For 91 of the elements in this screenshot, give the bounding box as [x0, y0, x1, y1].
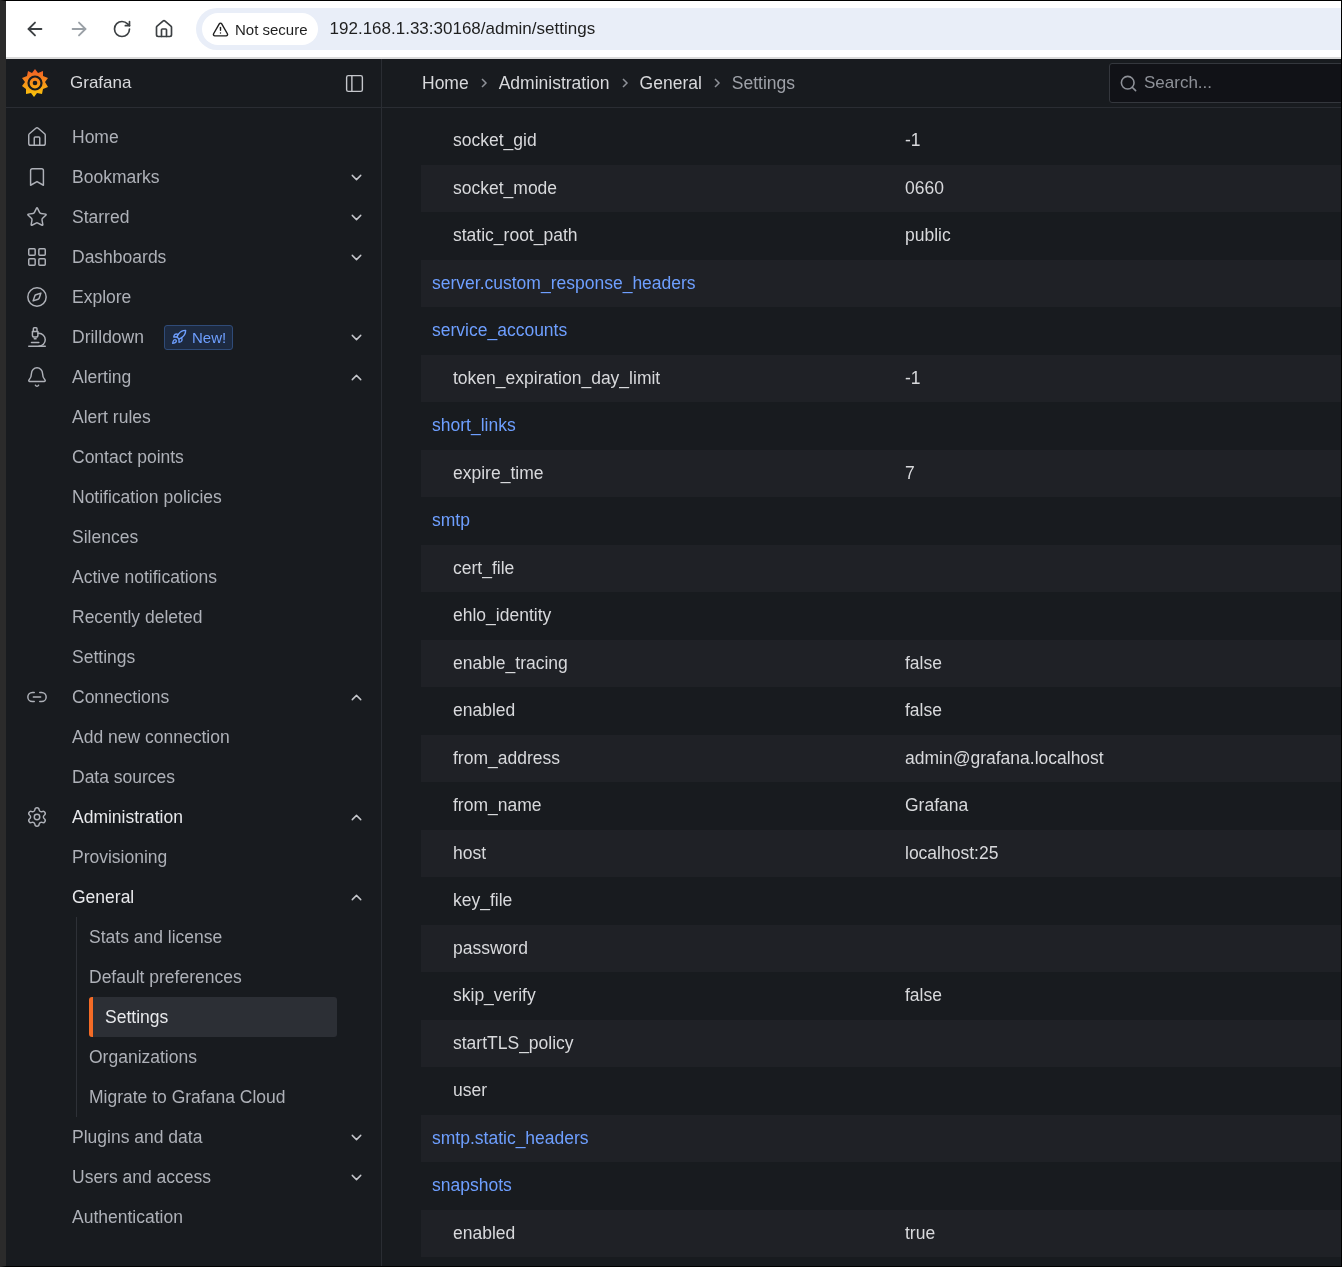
setting-name: host	[452, 842, 488, 864]
setting-name: socket_gid	[452, 130, 538, 152]
badge-text: New!	[191, 328, 227, 346]
nav-icon	[26, 806, 48, 828]
reload-icon[interactable]	[112, 19, 132, 39]
setting-name: cert_file	[452, 557, 516, 579]
setting-name: enable_tracing	[452, 652, 569, 674]
nav-item[interactable]: Recently deleted	[72, 606, 203, 628]
nav-icon	[26, 126, 48, 148]
nav-item[interactable]: Data sources	[72, 766, 176, 788]
brand-name: Grafana	[70, 73, 133, 93]
setting-name: expire_time	[452, 462, 545, 484]
nav-item[interactable]: Add new connection	[72, 726, 230, 748]
nav-item[interactable]: Active notifications	[72, 566, 217, 588]
section-heading: short_links	[431, 415, 516, 437]
security-chip[interactable]: Not secure	[202, 13, 318, 45]
setting-name: enabled	[452, 700, 517, 722]
nav-item[interactable]: Provisioning	[72, 846, 168, 868]
nav-item[interactable]: Bookmarks	[72, 166, 160, 188]
setting-value: 7	[905, 462, 915, 484]
setting-value: true	[905, 1222, 936, 1244]
setting-value: public	[905, 225, 951, 247]
nav-item[interactable]: Explore	[72, 286, 132, 308]
nav-item[interactable]: Alerting	[72, 366, 132, 388]
setting-name: key_file	[452, 890, 514, 912]
address-field[interactable]: 192.168.1.33:30168/admin/settings	[329, 19, 596, 39]
breadcrumb-separator-icon	[478, 77, 489, 89]
breadcrumb-separator-icon	[711, 77, 722, 89]
breadcrumb-link[interactable]: Administration	[498, 72, 610, 94]
setting-value: Grafana	[905, 795, 969, 817]
section-heading: smtp.static_headers	[431, 1127, 589, 1149]
nav-item[interactable]: Settings	[72, 646, 136, 668]
setting-name: password	[452, 937, 529, 959]
setting-name: enabled	[452, 1222, 517, 1244]
setting-name: socket_mode	[452, 177, 559, 199]
nav-item[interactable]: Organizations	[89, 1046, 197, 1068]
setting-value: false	[905, 652, 942, 674]
breadcrumb-link[interactable]: General	[639, 72, 702, 94]
nav-item[interactable]: General	[72, 886, 135, 908]
section-heading: smtp	[431, 510, 470, 532]
nav-item[interactable]: Stats and license	[89, 926, 223, 948]
search-icon	[1119, 73, 1138, 93]
nav-item[interactable]: Starred	[72, 206, 130, 228]
nav-icon	[26, 326, 48, 348]
breadcrumb-link[interactable]: Home	[422, 72, 469, 94]
nav-item[interactable]: Silences	[72, 526, 139, 548]
setting-value: -1	[905, 130, 921, 152]
nav-item[interactable]: Migrate to Grafana Cloud	[89, 1086, 286, 1108]
breadcrumb-separator-icon	[619, 77, 630, 89]
nav-item[interactable]: Notification policies	[72, 486, 222, 508]
section-heading: snapshots	[431, 1175, 512, 1197]
setting-name: from_address	[452, 747, 561, 769]
nav-item[interactable]: Administration	[72, 806, 183, 828]
security-text: Not secure	[235, 20, 308, 38]
setting-value: false	[905, 985, 942, 1007]
setting-value: -1	[905, 367, 921, 389]
nav-item[interactable]: Drilldown	[72, 326, 144, 348]
setting-name: skip_verify	[452, 985, 537, 1007]
setting-name: startTLS_policy	[452, 1032, 575, 1054]
setting-name: static_root_path	[452, 225, 579, 247]
selected-nav-item[interactable]: Settings	[89, 997, 337, 1037]
search-field[interactable]: Search...	[1109, 63, 1341, 103]
nav-icon	[26, 286, 48, 308]
nav-item[interactable]: Home	[72, 126, 119, 148]
nav-item[interactable]: Alert rules	[72, 406, 151, 428]
nav-icon	[26, 366, 48, 388]
setting-value: 0660	[905, 177, 944, 199]
setting-value: localhost:25	[905, 842, 999, 864]
setting-name: user	[452, 1080, 489, 1102]
setting-name: token_expiration_day_limit	[452, 367, 662, 389]
warning-icon	[212, 20, 229, 38]
nav-item[interactable]: Plugins and data	[72, 1126, 203, 1148]
nav-icon	[26, 246, 48, 268]
setting-name: from_name	[452, 795, 543, 817]
setting-name: ehlo_identity	[452, 605, 553, 627]
setting-value: false	[905, 700, 942, 722]
nav-item[interactable]: Default preferences	[89, 966, 242, 988]
nav-item[interactable]: Dashboards	[72, 246, 167, 268]
nav-item[interactable]: Connections	[72, 686, 170, 708]
nav-item[interactable]: Contact points	[72, 446, 184, 468]
nav-icon	[26, 206, 48, 228]
breadcrumb-link[interactable]: Settings	[731, 72, 796, 94]
logo-icon	[20, 67, 50, 99]
nav-item[interactable]: Users and access	[72, 1166, 212, 1188]
section-heading: server.custom_response_headers	[431, 272, 696, 294]
home-icon[interactable]	[154, 19, 174, 39]
dock-menu-icon[interactable]	[344, 72, 365, 94]
rocket-icon	[170, 329, 187, 345]
section-heading: service_accounts	[431, 320, 568, 342]
nav-item[interactable]: Authentication	[72, 1206, 183, 1228]
setting-value: admin@grafana.localhost	[905, 747, 1104, 769]
